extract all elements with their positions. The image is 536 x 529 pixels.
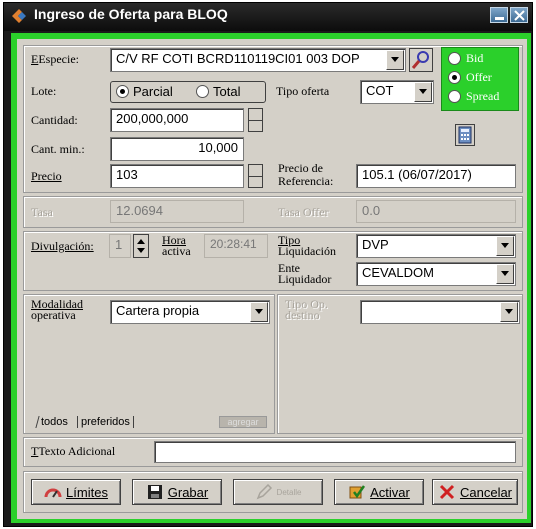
disabled-action-button: Detalle xyxy=(233,479,323,505)
tipo-liq-label-2: Liquidación xyxy=(278,244,336,258)
cancel-icon xyxy=(439,484,455,500)
tipo-oferta-select[interactable]: COT xyxy=(360,80,434,104)
grabar-button[interactable]: Grabar xyxy=(132,479,222,505)
precio-ref-input[interactable]: 105.1 (06/07/2017) xyxy=(356,164,516,188)
cantidad-label: Cantidad: xyxy=(31,113,78,127)
tipo-liquidacion-select[interactable]: DVP xyxy=(356,234,516,258)
limites-button[interactable]: Límites xyxy=(31,479,121,505)
especie-label: EEspecie: xyxy=(31,52,79,66)
close-button[interactable] xyxy=(510,7,528,23)
tasa-label: Tasa xyxy=(31,205,53,219)
divulgacion-spinner[interactable] xyxy=(133,234,149,258)
hora-activa-input: 20:28:41 xyxy=(204,234,268,258)
calculator-button[interactable] xyxy=(455,124,475,146)
spin-arrows-icon xyxy=(137,239,145,253)
activate-icon xyxy=(349,485,366,499)
total-label: Total xyxy=(213,84,241,99)
especie-select[interactable]: C/V RF COTI BCRD110119CI01 003 DOP xyxy=(110,48,406,72)
tipo-op-destino-select[interactable] xyxy=(360,300,520,324)
search-icon xyxy=(411,51,429,69)
cantidad-input[interactable]: 200,000,000 xyxy=(110,108,244,132)
modalidad-label-2: operativa xyxy=(31,308,76,322)
parcial-radio[interactable] xyxy=(116,85,129,98)
pencil-icon xyxy=(256,484,272,500)
precio-ref-label-2: Referencia: xyxy=(278,174,334,188)
app-icon xyxy=(12,9,26,23)
agregar-button[interactable]: agregar xyxy=(219,416,267,428)
precio-ref-label-1: Precio de xyxy=(278,161,323,175)
offer-label: Offer xyxy=(466,70,492,84)
offer-radio[interactable] xyxy=(448,71,461,84)
bid-label: Bid xyxy=(466,51,484,65)
save-icon xyxy=(147,485,162,499)
total-radio[interactable] xyxy=(196,85,209,98)
modalidad-select[interactable]: Cartera propia xyxy=(110,300,270,324)
hora-label-2: activa xyxy=(162,244,191,258)
parcial-label: Parcial xyxy=(133,84,173,99)
tipo-oferta-label: Tipo oferta xyxy=(276,84,330,98)
bid-radio[interactable] xyxy=(448,52,461,65)
precio-spinner[interactable] xyxy=(248,164,263,188)
texto-adicional-label: TTexto Adicional xyxy=(31,444,116,458)
ente-liquidador-select[interactable]: CEVALDOM xyxy=(356,262,516,286)
calculator-icon xyxy=(458,126,472,144)
tasa-offer-label: Tasa Offer xyxy=(278,205,329,219)
ente-label-2: Liquidador xyxy=(278,272,332,286)
divulgacion-input[interactable]: 1 xyxy=(109,234,131,258)
lote-label: Lote: xyxy=(31,84,57,98)
tasa-input: 12.0694 xyxy=(110,200,244,223)
tasa-offer-input: 0.0 xyxy=(356,200,516,223)
divulgacion-label: Divulgación: xyxy=(31,239,94,253)
cantidad-spinner[interactable] xyxy=(248,108,263,132)
cancelar-button[interactable]: Cancelar xyxy=(432,479,518,505)
tipo-op-label-2: destino xyxy=(285,308,320,322)
texto-adicional-input[interactable] xyxy=(154,441,516,463)
cant-min-label: Cant. min.: xyxy=(31,142,85,156)
search-especie-button[interactable] xyxy=(409,48,433,72)
tab-todos[interactable]: todos xyxy=(35,416,73,428)
activar-button[interactable]: Activar xyxy=(334,479,424,505)
window-title: Ingreso de Oferta para BLOQ xyxy=(34,6,228,22)
tab-strip: todos preferidos agregar xyxy=(35,416,271,430)
tab-preferidos[interactable]: preferidos xyxy=(77,416,134,428)
spread-label: Spread xyxy=(466,89,500,103)
precio-input[interactable]: 103 xyxy=(110,164,244,188)
minimize-button[interactable] xyxy=(490,7,508,23)
limits-icon xyxy=(44,488,62,498)
precio-label: Precio xyxy=(31,169,62,183)
close-icon xyxy=(514,10,525,21)
spread-radio[interactable] xyxy=(448,90,461,103)
cant-min-input[interactable]: 10,000 xyxy=(110,137,244,161)
